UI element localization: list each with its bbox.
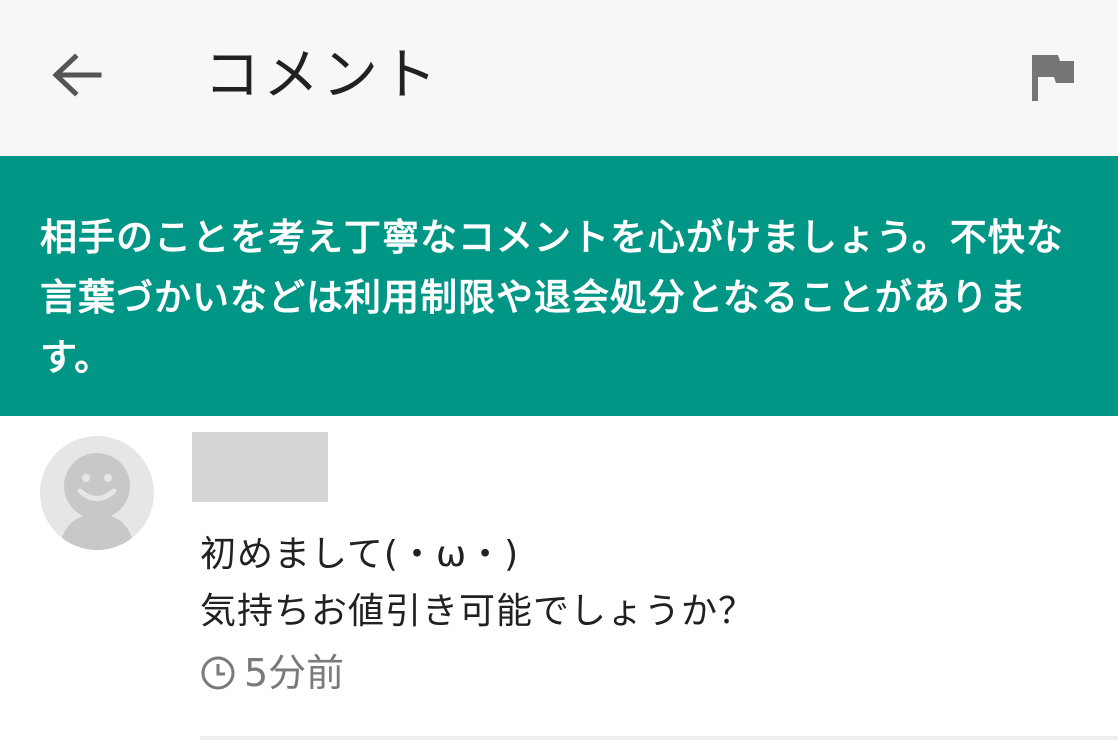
comment-line-2: 気持ちお値引き可能でしょうか？ [200, 591, 756, 632]
comment-timestamp: 5分前 [200, 648, 344, 698]
timestamp-text: 5分前 [244, 651, 345, 695]
default-avatar-icon [60, 453, 134, 550]
clock-icon [200, 655, 236, 691]
guideline-text: 相手のことを考え丁寧なコメントを心がけましょう。不快な言葉づかいなどは利用制限や… [40, 216, 1064, 379]
flag-icon [1032, 55, 1074, 101]
comment-item: 初めまして(・ω・) 気持ちお値引き可能でしょうか？ 5分前 [0, 416, 1118, 754]
app-header: コメント [0, 0, 1118, 156]
avatar[interactable] [40, 436, 154, 550]
arrow-left-icon [52, 53, 102, 97]
report-button[interactable] [1018, 42, 1088, 112]
comment-guideline-banner: 相手のことを考え丁寧なコメントを心がけましょう。不快な言葉づかいなどは利用制限や… [0, 156, 1118, 416]
back-button[interactable] [36, 40, 116, 110]
page-title: コメント [204, 43, 440, 108]
comment-line-1: 初めまして(・ω・) [200, 534, 520, 575]
comment-body: 初めまして(・ω・) 気持ちお値引き可能でしょうか？ [200, 526, 1080, 640]
username-redacted[interactable] [192, 432, 328, 502]
divider [200, 736, 1118, 740]
